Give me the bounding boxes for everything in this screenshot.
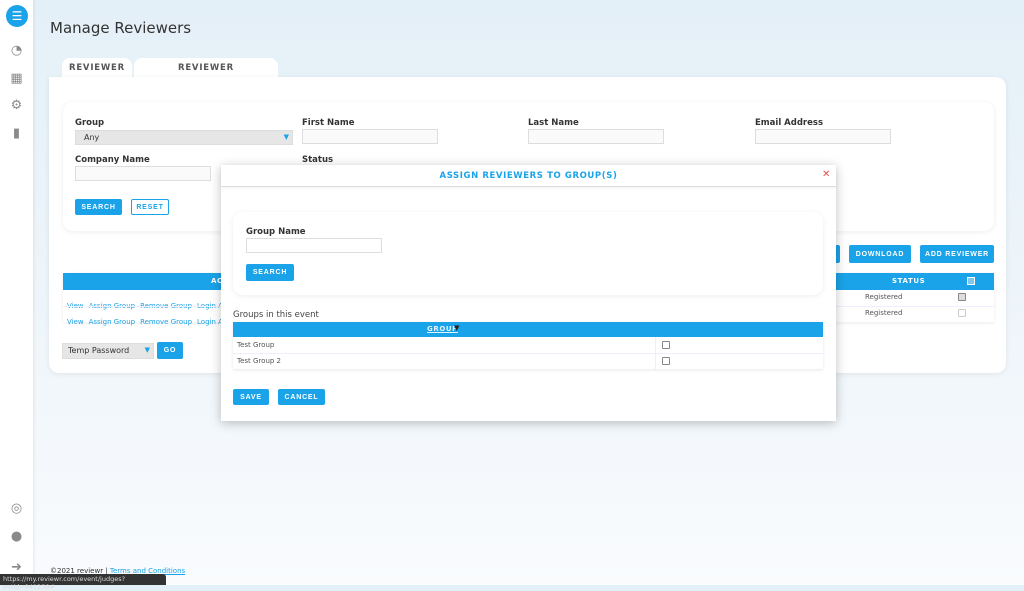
calendar-icon[interactable]: ▦ <box>9 71 24 86</box>
select-all-checkbox[interactable] <box>967 277 975 285</box>
logo-icon[interactable]: ☰ <box>6 5 28 27</box>
col-divider <box>655 337 656 369</box>
go-button[interactable]: GO <box>157 342 183 359</box>
group-search-card: Group Name SEARCH <box>233 212 823 295</box>
page-title: Manage Reviewers <box>50 19 192 37</box>
chevron-down-icon: ▼ <box>144 346 150 354</box>
save-button[interactable]: SAVE <box>233 389 269 405</box>
bulk-action-select[interactable]: Temp Password ▼ <box>62 343 154 359</box>
row-divider <box>233 353 823 354</box>
group-checkbox[interactable] <box>662 341 670 349</box>
gear-icon[interactable]: ⚙ <box>9 98 24 113</box>
cancel-button[interactable]: CANCEL <box>278 389 325 405</box>
assign-group-link[interactable]: Assign Group <box>89 318 135 326</box>
group-name-label: Group Name <box>246 227 306 237</box>
assign-group-modal: ASSIGN REVIEWERS TO GROUP(S) ✕ Group Nam… <box>221 165 836 421</box>
add-reviewer-button[interactable]: ADD REVIEWER <box>920 245 994 263</box>
modal-header: ASSIGN REVIEWERS TO GROUP(S) ✕ <box>221 165 836 187</box>
dashboard-icon[interactable]: ◔ <box>9 43 24 58</box>
close-icon[interactable]: ✕ <box>822 169 830 180</box>
lifebuoy-icon[interactable]: ◎ <box>9 501 24 516</box>
group-label: Group <box>75 118 105 128</box>
modal-title: ASSIGN REVIEWERS TO GROUP(S) <box>439 171 618 181</box>
group-name-input[interactable] <box>246 238 382 253</box>
first-name-input[interactable] <box>302 129 438 144</box>
table-row: View Assign Group Remove Group Login As <box>67 309 232 328</box>
email-input[interactable] <box>755 129 891 144</box>
status-label: Status <box>302 155 334 165</box>
group-checkbox[interactable] <box>662 357 670 365</box>
group-search-button[interactable]: SEARCH <box>246 264 294 281</box>
groups-table-header: GROUP ▼ <box>233 322 823 337</box>
view-link[interactable]: View <box>67 318 84 326</box>
status-cell: Registered <box>865 293 903 301</box>
chevron-down-icon: ▼ <box>283 133 289 141</box>
tab-reviewer-configuration[interactable]: REVIEWER CONFIGURATION <box>134 58 278 93</box>
company-input[interactable] <box>75 166 211 181</box>
row-checkbox[interactable] <box>958 293 966 301</box>
download-button[interactable]: DOWNLOAD <box>849 245 911 263</box>
groups-label: Groups in this event <box>233 310 319 320</box>
tab-reviewer[interactable]: REVIEWER <box>62 58 132 78</box>
sidebar: ☰ ◔ ▦ ⚙ ▮ ◎ ● ➜ <box>0 0 33 585</box>
reset-button[interactable]: RESET <box>131 199 169 215</box>
sort-desc-icon: ▼ <box>454 324 460 332</box>
group-name-cell: Test Group 2 <box>237 357 281 365</box>
clipboard-icon[interactable]: ▮ <box>9 126 24 141</box>
email-label: Email Address <box>755 118 824 128</box>
row-checkbox[interactable] <box>958 309 966 317</box>
group-name-cell: Test Group <box>237 341 275 349</box>
status-bar-url: https://my.reviewr.com/event/judges?evti… <box>0 574 166 591</box>
remove-group-link[interactable]: Remove Group <box>140 318 192 326</box>
user-icon[interactable]: ● <box>9 529 24 544</box>
status-cell: Registered <box>865 309 903 317</box>
col-status[interactable]: STATUS <box>892 277 925 285</box>
group-select-value: Any <box>84 133 100 142</box>
first-name-label: First Name <box>302 118 355 128</box>
company-label: Company Name <box>75 155 150 165</box>
group-select[interactable]: Any ▼ <box>75 130 293 145</box>
last-name-label: Last Name <box>528 118 579 128</box>
logout-icon[interactable]: ➜ <box>9 560 24 575</box>
groups-table: GROUP ▼ Test Group Test Group 2 <box>233 322 823 369</box>
bulk-action-value: Temp Password <box>68 346 130 355</box>
search-button[interactable]: SEARCH <box>75 199 122 215</box>
last-name-input[interactable] <box>528 129 664 144</box>
